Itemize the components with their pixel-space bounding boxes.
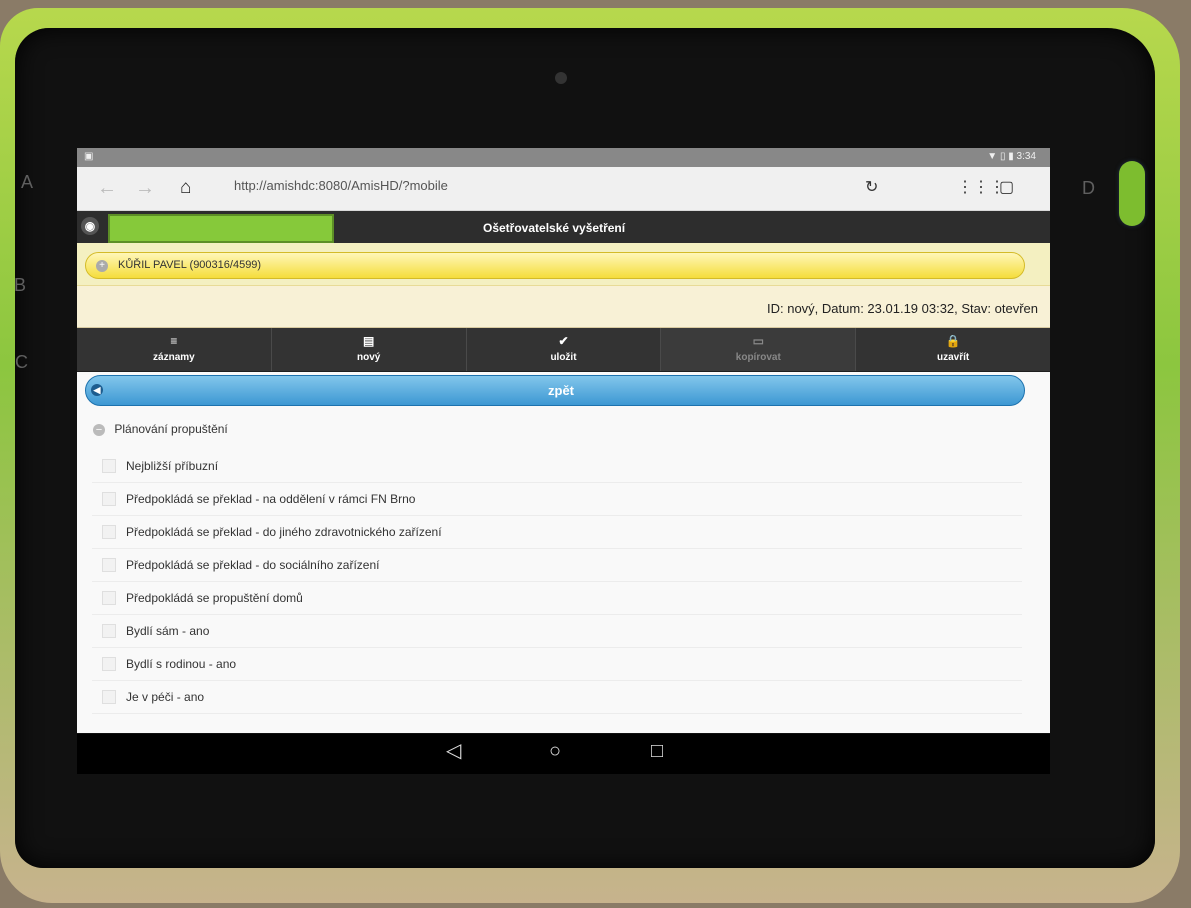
check-icon: ✔	[558, 334, 569, 348]
side-letter-c: C	[15, 352, 28, 372]
header-back-icon[interactable]: ◉	[81, 217, 99, 235]
page-title: Ošetřovatelské vyšetření	[483, 221, 626, 235]
tool-uzavrit[interactable]: 🔒 uzavřít	[856, 328, 1050, 371]
list-item[interactable]: Je v péči - ano	[92, 681, 1022, 714]
forward-icon[interactable]: →	[135, 177, 155, 200]
checkbox[interactable]	[102, 690, 116, 704]
checkbox[interactable]	[102, 525, 116, 539]
action-toolbar: ≡ záznamy ▤ nový ✔ uložit ▭ kopírovat 🔒 …	[77, 328, 1050, 372]
side-letter-a: A	[21, 172, 34, 192]
patient-name: KŮŘIL PAVEL (900316/4599)	[118, 259, 262, 271]
list-item[interactable]: Bydlí sám - ano	[92, 615, 1022, 648]
list-item[interactable]: Předpokládá se propuštění domů	[92, 582, 1022, 615]
side-button	[1119, 161, 1145, 226]
checkbox[interactable]	[102, 492, 116, 506]
browser-toolbar: ← → ⌂ http://amishdc:8080/AmisHD/?mobile…	[77, 167, 1050, 211]
tool-label: nový	[357, 352, 381, 363]
list-item[interactable]: Předpokládá se překlad - na oddělení v r…	[92, 483, 1022, 516]
back-icon[interactable]: ←	[97, 177, 117, 200]
checkbox-label: Nejbližší příbuzní	[126, 459, 219, 473]
checklist: Nejbližší příbuzní Předpokládá se překla…	[92, 450, 1022, 714]
tool-ulozit[interactable]: ✔ uložit	[467, 328, 662, 371]
tool-label: záznamy	[153, 352, 195, 363]
checkbox[interactable]	[102, 459, 116, 473]
checkbox-label: Předpokládá se překlad - do jiného zdrav…	[126, 525, 442, 539]
checkbox[interactable]	[102, 624, 116, 638]
section-title-label: Plánování propuštění	[114, 422, 228, 436]
checkbox-label: Bydlí sám - ano	[126, 624, 210, 638]
tool-label: kopírovat	[735, 352, 781, 363]
checkbox-label: Předpokládá se propuštění domů	[126, 591, 303, 605]
tool-label: uzavřít	[936, 352, 970, 363]
checkbox[interactable]	[102, 591, 116, 605]
list-item[interactable]: Předpokládá se překlad - do jiného zdrav…	[92, 516, 1022, 549]
side-letter-b: B	[14, 275, 27, 295]
green-block	[108, 214, 334, 243]
checkbox-label: Je v péči - ano	[126, 690, 205, 704]
android-status-bar: ▣ ▼ ▯ ▮ 3:34	[77, 148, 1050, 167]
checkbox[interactable]	[102, 558, 116, 572]
tool-zaznamy[interactable]: ≡ záznamy	[77, 328, 272, 371]
list-item[interactable]: Bydlí s rodinou - ano	[92, 648, 1022, 681]
device-screen: ▣ ▼ ▯ ▮ 3:34 ← → ⌂ http://amishdc:8080/A…	[77, 148, 1050, 733]
tabs-icon[interactable]: ▢	[999, 177, 1014, 197]
patient-pill[interactable]: + KŮŘIL PAVEL (900316/4599)	[85, 252, 1025, 279]
list-icon: ≡	[170, 334, 178, 348]
list-item[interactable]: Nejbližší příbuzní	[92, 450, 1022, 483]
url-bar[interactable]: http://amishdc:8080/AmisHD/?mobile	[234, 178, 448, 193]
back-circle-icon: ◀	[91, 384, 103, 396]
patient-bar: + KŮŘIL PAVEL (900316/4599)	[77, 243, 1050, 286]
back-button[interactable]: ◀ zpět	[85, 375, 1025, 406]
list-item[interactable]: Předpokládá se překlad - do sociálního z…	[92, 549, 1022, 582]
status-right: ▼ ▯ ▮ 3:34	[987, 151, 1036, 162]
section-title[interactable]: − Plánování propuštění	[93, 422, 228, 436]
record-info: ID: nový, Datum: 23.01.19 03:32, Stav: o…	[767, 301, 1038, 316]
record-info-bar: ID: nový, Datum: 23.01.19 03:32, Stav: o…	[77, 286, 1050, 328]
camera-dot	[555, 72, 567, 84]
tool-label: uložit	[550, 352, 577, 363]
notification-icon: ▣	[84, 151, 94, 162]
apps-grid-icon[interactable]: ⋮⋮⋮	[957, 177, 1005, 197]
nav-back-icon[interactable]: ◁	[446, 741, 461, 761]
checkbox[interactable]	[102, 657, 116, 671]
nav-home-icon[interactable]: ○	[549, 741, 561, 761]
app-titlebar: ◉ Ošetřovatelské vyšetření	[77, 211, 1050, 243]
tool-kopirovat[interactable]: ▭ kopírovat	[661, 328, 857, 371]
reload-icon[interactable]: ↻	[865, 177, 878, 197]
copy-icon: ▭	[752, 334, 764, 348]
document-icon: ▤	[363, 334, 375, 348]
nav-recents-icon[interactable]: □	[651, 741, 663, 761]
lock-icon: 🔒	[945, 334, 961, 348]
back-button-label: zpět	[548, 383, 574, 398]
content-area: ◀ zpět − Plánování propuštění Nejbližší …	[77, 372, 1050, 733]
side-letter-d: D	[1082, 178, 1095, 198]
checkbox-label: Bydlí s rodinou - ano	[126, 657, 237, 671]
checkbox-label: Předpokládá se překlad - na oddělení v r…	[126, 492, 416, 506]
plus-icon[interactable]: +	[96, 260, 108, 272]
collapse-icon[interactable]: −	[93, 424, 105, 436]
checkbox-label: Předpokládá se překlad - do sociálního z…	[126, 558, 380, 572]
android-nav-bar: ◁ ○ □	[77, 734, 1050, 774]
tool-novy[interactable]: ▤ nový	[272, 328, 467, 371]
home-icon[interactable]: ⌂	[180, 177, 191, 199]
